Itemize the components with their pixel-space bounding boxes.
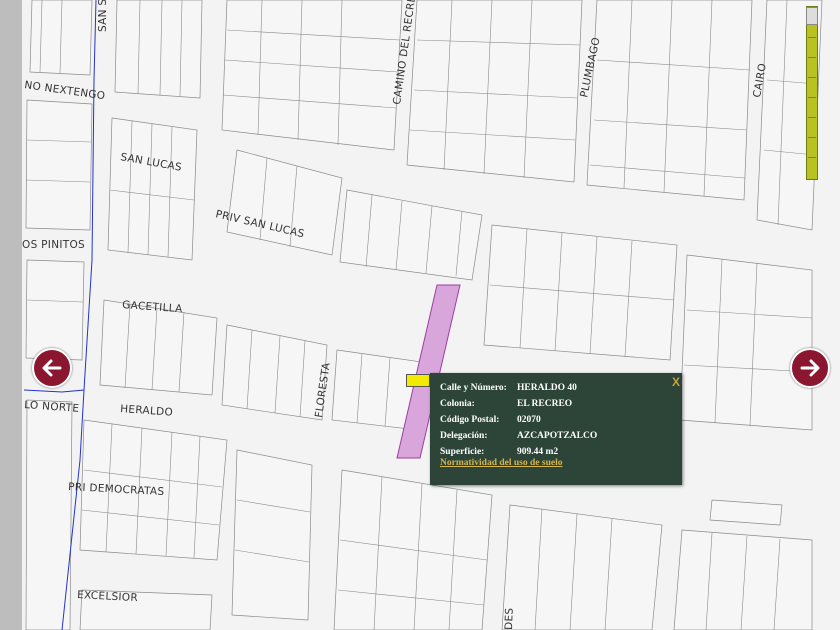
info-value: AZCAPOTZALCO — [517, 431, 598, 441]
info-value: EL RECREO — [517, 399, 573, 409]
info-label: Código Postal: — [440, 415, 500, 425]
info-label: Calle y Número: — [440, 383, 507, 393]
info-value: 02070 — [517, 415, 541, 425]
map-canvas[interactable]: SAN S CAMINO DEL RECREO PLUMBAGO CAIRO N… — [22, 0, 840, 630]
pan-right-button[interactable] — [790, 348, 830, 388]
info-row-colonia: Colonia: EL RECREO — [440, 397, 572, 411]
info-row-delegacion: Delegación: AZCAPOTZALCO — [440, 429, 597, 443]
info-value: HERALDO 40 — [517, 383, 577, 393]
parcel-info-popup: X Calle y Número: HERALDO 40 Colonia: EL R… — [430, 373, 682, 485]
info-label: Superficie: — [440, 447, 485, 457]
map-layer: SAN S CAMINO DEL RECREO PLUMBAGO CAIRO N… — [22, 0, 823, 630]
city-blocks — [25, 0, 823, 630]
zoom-slider[interactable] — [806, 6, 818, 180]
arrow-left-icon — [42, 359, 62, 377]
location-marker-icon[interactable] — [406, 374, 430, 387]
info-label: Delegación: — [440, 431, 488, 441]
info-label: Colonia: — [440, 399, 475, 409]
info-row-address: Calle y Número: HERALDO 40 — [440, 381, 577, 395]
pan-left-button[interactable] — [32, 348, 72, 388]
zoom-slider-thumb[interactable] — [806, 7, 818, 25]
close-icon[interactable]: X — [672, 375, 680, 389]
street-label-heraldo: HERALDO — [120, 403, 174, 419]
info-value: 909.44 m2 — [517, 447, 559, 457]
street-label-des: DES — [503, 607, 516, 630]
land-use-link[interactable]: Normatividad del uso de suelo — [440, 458, 562, 468]
street-label-los-pinitos: OS PINITOS — [22, 239, 85, 251]
info-row-postal-code: Código Postal: 02070 — [440, 413, 541, 427]
street-label-san-s: SAN S — [97, 0, 109, 32]
info-row-superficie: Superficie: 909.44 m2 — [440, 445, 558, 459]
arrow-right-icon — [800, 359, 820, 377]
